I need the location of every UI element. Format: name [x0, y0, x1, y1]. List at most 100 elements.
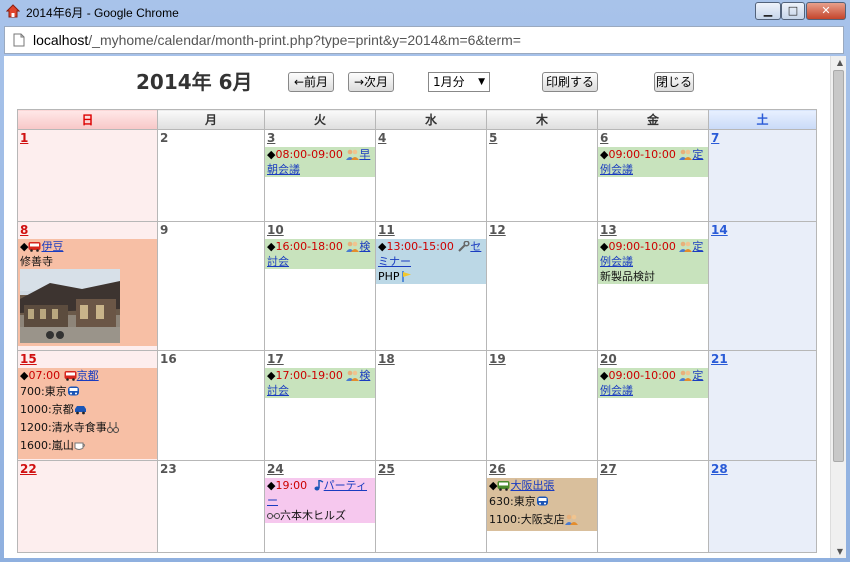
day-number[interactable]: 1 [19, 131, 157, 148]
day-cell[interactable]: 11 ◆13:00-15:00 セミナー PHP [375, 221, 487, 351]
day-number[interactable]: 12 [488, 223, 597, 240]
bus-icon [497, 481, 510, 491]
dropdown-arrow-icon: ▼ [478, 77, 485, 87]
day-number[interactable]: 18 [377, 352, 486, 369]
day-number[interactable]: 27 [599, 462, 708, 479]
url-path: /_myhome/calendar/month-print.php?type=p… [88, 32, 521, 48]
day-number[interactable]: 20 [599, 352, 708, 369]
maximize-button[interactable]: □ [781, 2, 805, 20]
weekday-mon: 月 [157, 109, 265, 130]
day-cell[interactable]: 28 [708, 460, 817, 553]
day-number[interactable]: 22 [19, 462, 157, 479]
day-cell[interactable]: 8 ◆ 伊豆 修善寺 [17, 221, 158, 351]
day-cell[interactable]: 10 ◆16:00-18:00 検討会 [264, 221, 376, 351]
calendar-event[interactable]: ◆ 伊豆 修善寺 [18, 239, 157, 346]
vertical-scrollbar[interactable]: ▲ ▼ [830, 56, 846, 558]
day-number[interactable]: 5 [488, 131, 597, 148]
event-note: 630:東京 [489, 495, 536, 508]
month-calendar: 日 月 火 水 木 金 土 1 2 3 ◆08:00-09:00 早朝会議 4 … [17, 109, 817, 553]
print-button[interactable]: 印刷する [542, 72, 598, 92]
event-note: 新製品検討 [600, 270, 655, 283]
day-cell[interactable]: 24 ◆19:00 パーティー 六本木ヒルズ [264, 460, 376, 553]
calendar-event[interactable]: ◆08:00-09:00 早朝会議 [265, 147, 375, 177]
day-cell[interactable]: 7 [708, 129, 817, 222]
day-number[interactable]: 25 [377, 462, 486, 479]
day-cell[interactable]: 25 [375, 460, 487, 553]
day-number[interactable]: 15 [19, 352, 157, 369]
event-note: 六本木ヒルズ [280, 509, 346, 522]
wrench-icon [458, 241, 470, 252]
day-number[interactable]: 4 [377, 131, 486, 148]
minimize-button[interactable]: ▁ [755, 2, 781, 20]
scrollbar-thumb[interactable] [833, 70, 844, 462]
day-cell[interactable]: 12 [486, 221, 598, 351]
event-title[interactable]: 京都 [77, 369, 99, 382]
day-number[interactable]: 17 [266, 352, 375, 369]
event-title[interactable]: 大阪出張 [510, 479, 554, 492]
calendar-event[interactable]: ◆ 大阪出張 630:東京 1100:大阪支店 [487, 478, 597, 531]
day-cell[interactable]: 19 [486, 350, 598, 461]
day-cell[interactable]: 2 [157, 129, 265, 222]
address-bar[interactable]: localhost/_myhome/calendar/month-print.p… [4, 26, 844, 54]
day-number[interactable]: 24 [266, 462, 375, 479]
week-row: 8 ◆伊豆 修善寺 9 10 ◆16:00-18:00 検討会 11 ◆13: [17, 221, 817, 351]
prev-month-button[interactable]: ←前月 [288, 72, 334, 92]
calendar-event[interactable]: ◆09:00-10:00 定例会議 [598, 368, 708, 398]
url-text[interactable]: localhost/_myhome/calendar/month-print.p… [33, 32, 521, 48]
day-cell[interactable]: 6 ◆09:00-10:00 定例会議 [597, 129, 709, 222]
day-number[interactable]: 13 [599, 223, 708, 240]
range-select[interactable]: 1月分 ▼ [428, 72, 490, 92]
train-icon [536, 496, 548, 506]
day-number[interactable]: 14 [710, 223, 816, 240]
car-icon [74, 406, 86, 415]
week-row: 22 23 24 ◆19:00 パーティー 六本木ヒルズ 25 26 ◆ 大阪出張… [17, 460, 817, 553]
day-number[interactable]: 11 [377, 223, 486, 240]
event-title[interactable]: 伊豆 [41, 240, 63, 253]
event-note-line: PHP [378, 269, 485, 284]
day-cell[interactable]: 1 [17, 129, 158, 222]
day-cell[interactable]: 27 [597, 460, 709, 553]
close-button[interactable]: 閉じる [654, 72, 694, 92]
calendar-event[interactable]: ◆17:00-19:00 検討会 [265, 368, 375, 398]
day-cell[interactable]: 14 [708, 221, 817, 351]
day-number[interactable]: 26 [488, 462, 597, 479]
day-number[interactable]: 10 [266, 223, 375, 240]
next-month-button[interactable]: →次月 [348, 72, 394, 92]
calendar-event[interactable]: ◆07:00 京都 700:東京 1000:京都 1200:清水寺食事 1600… [18, 368, 157, 459]
day-cell[interactable]: 18 [375, 350, 487, 461]
day-number[interactable]: 6 [599, 131, 708, 148]
scroll-up-icon[interactable]: ▲ [837, 58, 843, 67]
day-number[interactable]: 21 [710, 352, 816, 369]
day-number[interactable]: 3 [266, 131, 375, 148]
calendar-event[interactable]: ◆09:00-10:00 定例会議 [598, 147, 708, 177]
event-photo[interactable] [20, 269, 120, 343]
calendar-event[interactable]: ◆19:00 パーティー 六本木ヒルズ [265, 478, 375, 523]
day-cell[interactable]: 22 [17, 460, 158, 553]
day-cell[interactable]: 13 ◆09:00-10:00 定例会議 新製品検討 [597, 221, 709, 351]
calendar-event[interactable]: ◆09:00-10:00 定例会議 新製品検討 [598, 239, 708, 284]
close-window-button[interactable]: ✕ [806, 2, 846, 20]
music-note-icon [314, 480, 324, 491]
day-cell[interactable]: 9 [157, 221, 265, 351]
day-cell[interactable]: 20 ◆09:00-10:00 定例会議 [597, 350, 709, 461]
window-title: 2014年6月 - Google Chrome [26, 6, 179, 20]
day-number[interactable]: 8 [19, 223, 157, 240]
day-cell[interactable]: 5 [486, 129, 598, 222]
day-cell[interactable]: 17 ◆17:00-19:00 検討会 [264, 350, 376, 461]
weekday-wed: 水 [375, 109, 487, 130]
day-cell[interactable]: 3 ◆08:00-09:00 早朝会議 [264, 129, 376, 222]
day-cell[interactable]: 23 [157, 460, 265, 553]
day-cell[interactable]: 15 ◆07:00 京都 700:東京 1000:京都 1200:清水寺食事 1… [17, 350, 158, 461]
day-number[interactable]: 7 [710, 131, 816, 148]
event-note: 1600:嵐山 [20, 439, 74, 452]
day-cell[interactable]: 16 [157, 350, 265, 461]
day-number[interactable]: 19 [488, 352, 597, 369]
calendar-event[interactable]: ◆16:00-18:00 検討会 [265, 239, 375, 269]
day-cell[interactable]: 4 [375, 129, 487, 222]
calendar-event[interactable]: ◆13:00-15:00 セミナー PHP [376, 239, 486, 284]
day-number[interactable]: 28 [710, 462, 816, 479]
week-row: 1 2 3 ◆08:00-09:00 早朝会議 4 5 6 ◆09:00-10:… [17, 129, 817, 222]
scroll-down-icon[interactable]: ▼ [837, 547, 843, 556]
day-cell[interactable]: 21 [708, 350, 817, 461]
day-cell[interactable]: 26 ◆ 大阪出張 630:東京 1100:大阪支店 [486, 460, 598, 553]
